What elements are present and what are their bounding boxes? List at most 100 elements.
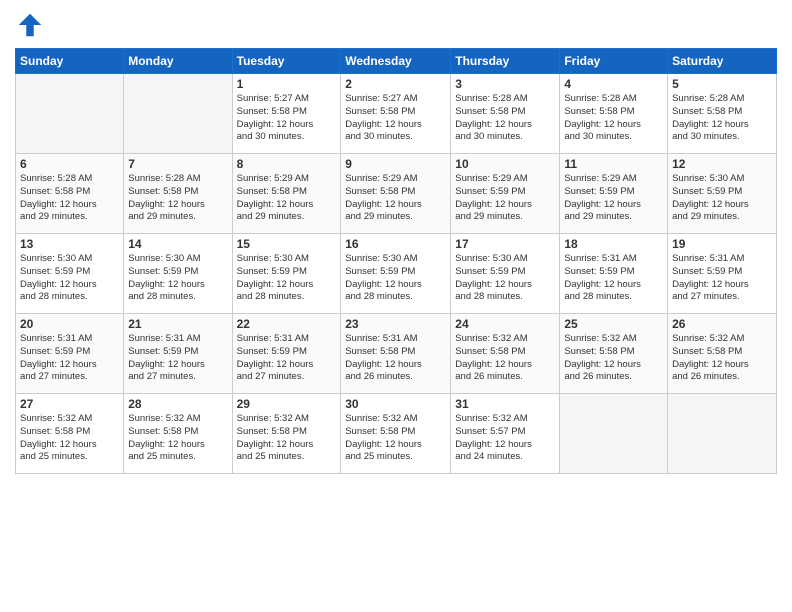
col-header-friday: Friday — [560, 49, 668, 74]
day-cell — [560, 394, 668, 474]
day-cell: 12Sunrise: 5:30 AM Sunset: 5:59 PM Dayli… — [668, 154, 777, 234]
day-info: Sunrise: 5:31 AM Sunset: 5:59 PM Dayligh… — [564, 253, 663, 304]
day-info: Sunrise: 5:32 AM Sunset: 5:58 PM Dayligh… — [564, 333, 663, 384]
day-info: Sunrise: 5:31 AM Sunset: 5:59 PM Dayligh… — [237, 333, 337, 384]
col-header-wednesday: Wednesday — [341, 49, 451, 74]
col-header-sunday: Sunday — [16, 49, 124, 74]
day-cell: 5 Sunrise: 5:28 AM Sunset: 5:58 PM Daylig… — [668, 74, 777, 154]
day-number: 10 — [455, 157, 555, 171]
day-info: Sunrise: 5:29 AM Sunset: 5:58 PM Dayligh… — [345, 173, 446, 224]
day-info: Sunrise: 5:28 AM Sunset: 5:58 PM Dayligh… — [128, 173, 227, 224]
day-cell: 19 Sunrise: 5:31 AM Sunset: 5:59 PM Dayli… — [668, 234, 777, 314]
day-info: Sunrise: 5:28 AM Sunset: 5:58 PM Dayligh… — [672, 93, 772, 144]
day-number: 24 — [455, 317, 555, 331]
day-cell: 30 Sunrise: 5:32 AM Sunset: 5:58 PM Dayli… — [341, 394, 451, 474]
day-cell: 22 Sunrise: 5:31 AM Sunset: 5:59 PM Dayli… — [232, 314, 341, 394]
day-cell — [16, 74, 124, 154]
day-info: Sunrise: 5:28 AM Sunset: 5:58 PM Dayligh… — [564, 93, 663, 144]
day-cell: 2 Sunrise: 5:27 AM Sunset: 5:58 PM Daylig… — [341, 74, 451, 154]
day-number: 30 — [345, 397, 446, 411]
col-header-saturday: Saturday — [668, 49, 777, 74]
day-info: Sunrise: 5:29 AM Sunset: 5:59 PM Dayligh… — [455, 173, 555, 224]
day-cell: 21 Sunrise: 5:31 AM Sunset: 5:59 PM Dayli… — [124, 314, 232, 394]
day-cell: 17 Sunrise: 5:30 AM Sunset: 5:59 PM Dayli… — [451, 234, 560, 314]
day-cell: 13Sunrise: 5:30 AM Sunset: 5:59 PM Dayli… — [16, 234, 124, 314]
day-cell: 6Sunrise: 5:28 AM Sunset: 5:58 PM Daylig… — [16, 154, 124, 234]
logo-icon — [15, 10, 45, 40]
day-cell: 25 Sunrise: 5:32 AM Sunset: 5:58 PM Dayli… — [560, 314, 668, 394]
page: SundayMondayTuesdayWednesdayThursdayFrid… — [0, 0, 792, 612]
day-cell: 11 Sunrise: 5:29 AM Sunset: 5:59 PM Dayli… — [560, 154, 668, 234]
day-number: 18 — [564, 237, 663, 251]
calendar-header-row: SundayMondayTuesdayWednesdayThursdayFrid… — [16, 49, 777, 74]
day-info: Sunrise: 5:30 AM Sunset: 5:59 PM Dayligh… — [128, 253, 227, 304]
day-cell: 24Sunrise: 5:32 AM Sunset: 5:58 PM Dayli… — [451, 314, 560, 394]
col-header-monday: Monday — [124, 49, 232, 74]
day-number: 5 — [672, 77, 772, 91]
day-info: Sunrise: 5:32 AM Sunset: 5:58 PM Dayligh… — [20, 413, 119, 464]
day-cell: 23 Sunrise: 5:31 AM Sunset: 5:58 PM Dayli… — [341, 314, 451, 394]
day-number: 7 — [128, 157, 227, 171]
day-number: 16 — [345, 237, 446, 251]
day-info: Sunrise: 5:30 AM Sunset: 5:59 PM Dayligh… — [20, 253, 119, 304]
day-number: 14 — [128, 237, 227, 251]
day-cell: 3Sunrise: 5:28 AM Sunset: 5:58 PM Daylig… — [451, 74, 560, 154]
day-info: Sunrise: 5:28 AM Sunset: 5:58 PM Dayligh… — [20, 173, 119, 224]
day-cell: 9Sunrise: 5:29 AM Sunset: 5:58 PM Daylig… — [341, 154, 451, 234]
col-header-tuesday: Tuesday — [232, 49, 341, 74]
week-row-1: 1Sunrise: 5:27 AM Sunset: 5:58 PM Daylig… — [16, 74, 777, 154]
header — [15, 10, 777, 40]
week-row-4: 20 Sunrise: 5:31 AM Sunset: 5:59 PM Dayli… — [16, 314, 777, 394]
day-info: Sunrise: 5:31 AM Sunset: 5:59 PM Dayligh… — [20, 333, 119, 384]
day-info: Sunrise: 5:32 AM Sunset: 5:58 PM Dayligh… — [345, 413, 446, 464]
day-cell — [124, 74, 232, 154]
day-info: Sunrise: 5:32 AM Sunset: 5:58 PM Dayligh… — [672, 333, 772, 384]
day-cell — [668, 394, 777, 474]
logo — [15, 10, 49, 40]
calendar-table: SundayMondayTuesdayWednesdayThursdayFrid… — [15, 48, 777, 474]
day-cell: 20 Sunrise: 5:31 AM Sunset: 5:59 PM Dayli… — [16, 314, 124, 394]
week-row-5: 27Sunrise: 5:32 AM Sunset: 5:58 PM Dayli… — [16, 394, 777, 474]
week-row-3: 13Sunrise: 5:30 AM Sunset: 5:59 PM Dayli… — [16, 234, 777, 314]
day-number: 25 — [564, 317, 663, 331]
day-number: 22 — [237, 317, 337, 331]
day-info: Sunrise: 5:27 AM Sunset: 5:58 PM Dayligh… — [237, 93, 337, 144]
day-number: 20 — [20, 317, 119, 331]
day-number: 17 — [455, 237, 555, 251]
day-cell: 29Sunrise: 5:32 AM Sunset: 5:58 PM Dayli… — [232, 394, 341, 474]
day-cell: 7 Sunrise: 5:28 AM Sunset: 5:58 PM Daylig… — [124, 154, 232, 234]
day-cell: 31Sunrise: 5:32 AM Sunset: 5:57 PM Dayli… — [451, 394, 560, 474]
day-info: Sunrise: 5:32 AM Sunset: 5:58 PM Dayligh… — [237, 413, 337, 464]
day-number: 8 — [237, 157, 337, 171]
day-cell: 16 Sunrise: 5:30 AM Sunset: 5:59 PM Dayli… — [341, 234, 451, 314]
day-number: 11 — [564, 157, 663, 171]
day-info: Sunrise: 5:27 AM Sunset: 5:58 PM Dayligh… — [345, 93, 446, 144]
day-cell: 14 Sunrise: 5:30 AM Sunset: 5:59 PM Dayli… — [124, 234, 232, 314]
day-info: Sunrise: 5:32 AM Sunset: 5:58 PM Dayligh… — [128, 413, 227, 464]
day-cell: 4 Sunrise: 5:28 AM Sunset: 5:58 PM Daylig… — [560, 74, 668, 154]
day-cell: 26 Sunrise: 5:32 AM Sunset: 5:58 PM Dayli… — [668, 314, 777, 394]
day-info: Sunrise: 5:29 AM Sunset: 5:59 PM Dayligh… — [564, 173, 663, 224]
day-info: Sunrise: 5:31 AM Sunset: 5:59 PM Dayligh… — [128, 333, 227, 384]
day-number: 26 — [672, 317, 772, 331]
day-info: Sunrise: 5:30 AM Sunset: 5:59 PM Dayligh… — [672, 173, 772, 224]
day-number: 28 — [128, 397, 227, 411]
day-number: 19 — [672, 237, 772, 251]
day-number: 23 — [345, 317, 446, 331]
day-number: 21 — [128, 317, 227, 331]
day-info: Sunrise: 5:31 AM Sunset: 5:58 PM Dayligh… — [345, 333, 446, 384]
day-cell: 27Sunrise: 5:32 AM Sunset: 5:58 PM Dayli… — [16, 394, 124, 474]
day-info: Sunrise: 5:30 AM Sunset: 5:59 PM Dayligh… — [455, 253, 555, 304]
week-row-2: 6Sunrise: 5:28 AM Sunset: 5:58 PM Daylig… — [16, 154, 777, 234]
day-number: 15 — [237, 237, 337, 251]
day-info: Sunrise: 5:29 AM Sunset: 5:58 PM Dayligh… — [237, 173, 337, 224]
day-cell: 1Sunrise: 5:27 AM Sunset: 5:58 PM Daylig… — [232, 74, 341, 154]
day-cell: 28 Sunrise: 5:32 AM Sunset: 5:58 PM Dayli… — [124, 394, 232, 474]
day-info: Sunrise: 5:30 AM Sunset: 5:59 PM Dayligh… — [345, 253, 446, 304]
day-info: Sunrise: 5:31 AM Sunset: 5:59 PM Dayligh… — [672, 253, 772, 304]
col-header-thursday: Thursday — [451, 49, 560, 74]
day-number: 4 — [564, 77, 663, 91]
day-number: 2 — [345, 77, 446, 91]
day-cell: 15Sunrise: 5:30 AM Sunset: 5:59 PM Dayli… — [232, 234, 341, 314]
day-info: Sunrise: 5:32 AM Sunset: 5:57 PM Dayligh… — [455, 413, 555, 464]
